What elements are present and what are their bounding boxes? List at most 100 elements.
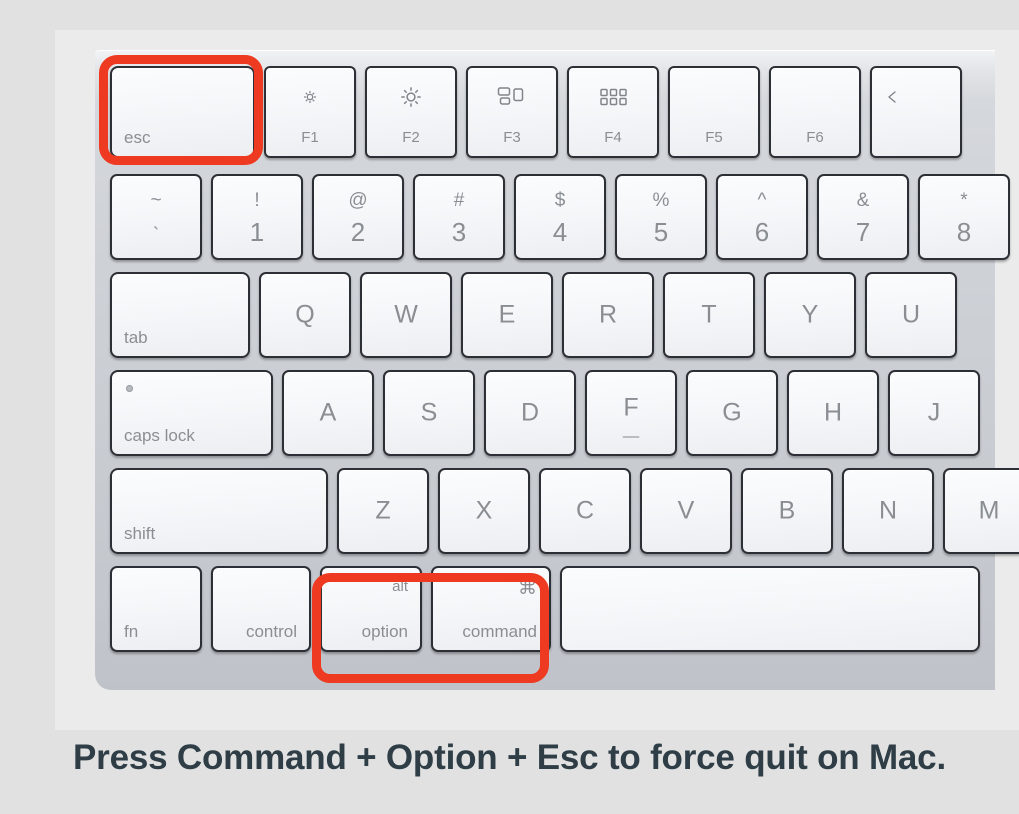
key-f2[interactable]: F2 — [365, 66, 457, 158]
key-shift[interactable]: shift — [110, 468, 328, 554]
key-w-label: W — [394, 300, 418, 329]
homing-bar-icon — [622, 436, 640, 438]
brightness-down-icon — [266, 84, 354, 110]
key-esc-label: esc — [124, 128, 151, 147]
key-t-label: T — [701, 300, 717, 329]
key-option-secondary-label: alt — [392, 578, 408, 595]
key-3-lower: 3 — [451, 216, 467, 247]
key-f1[interactable]: F1 — [264, 66, 356, 158]
key-2[interactable]: @ 2 — [312, 174, 404, 260]
function-row: esc F1 F2 F3 F4 F5 F6 — [110, 66, 962, 158]
key-control[interactable]: control — [211, 566, 311, 652]
key-x[interactable]: X — [438, 468, 530, 554]
key-x-label: X — [475, 496, 493, 525]
key-backtick[interactable]: ~ ` — [110, 174, 202, 260]
key-h[interactable]: H — [787, 370, 879, 456]
keyboard-body: esc F1 F2 F3 F4 F5 F6 ~ ` ! 1 @ 2 # 3 $ … — [95, 50, 1019, 690]
key-6-upper: ^ — [757, 189, 767, 211]
modifier-row: fn control alt option ⌘ command — [110, 566, 980, 652]
key-fn[interactable]: fn — [110, 566, 202, 652]
key-8-lower: 8 — [956, 216, 972, 247]
key-j[interactable]: J — [888, 370, 980, 456]
key-v[interactable]: V — [640, 468, 732, 554]
key-option[interactable]: alt option — [320, 566, 422, 652]
key-6-lower: 6 — [754, 216, 770, 247]
key-4-lower: 4 — [552, 216, 568, 247]
key-esc[interactable]: esc — [110, 66, 255, 158]
key-f4-label: F4 — [604, 129, 622, 146]
key-s[interactable]: S — [383, 370, 475, 456]
key-a-label: A — [319, 398, 337, 427]
key-u[interactable]: U — [865, 272, 957, 358]
key-7[interactable]: & 7 — [817, 174, 909, 260]
key-6[interactable]: ^ 6 — [716, 174, 808, 260]
caps-lock-led-icon — [126, 385, 133, 392]
key-t[interactable]: T — [663, 272, 755, 358]
key-v-label: V — [677, 496, 695, 525]
key-tab[interactable]: tab — [110, 272, 250, 358]
key-option-label: option — [361, 622, 408, 641]
key-j-label: J — [927, 398, 941, 427]
home-row: caps lock A S D F G H J — [110, 370, 980, 456]
qwerty-row: tab Q W E R T Y U — [110, 272, 957, 358]
key-f5[interactable]: F5 — [668, 66, 760, 158]
key-s-label: S — [420, 398, 438, 427]
key-f4[interactable]: F4 — [567, 66, 659, 158]
caption-text: Press Command + Option + Esc to force qu… — [73, 738, 946, 777]
key-f6[interactable]: F6 — [769, 66, 861, 158]
key-z-label: Z — [375, 496, 391, 525]
key-f1-label: F1 — [301, 129, 319, 146]
key-caps-lock-label: caps lock — [124, 426, 195, 445]
screenshot-canvas: esc F1 F2 F3 F4 F5 F6 ~ ` ! 1 @ 2 # 3 $ … — [0, 0, 1019, 814]
key-f2-label: F2 — [402, 129, 420, 146]
key-q[interactable]: Q — [259, 272, 351, 358]
key-n-label: N — [878, 496, 898, 525]
key-fn-label: fn — [124, 622, 139, 641]
key-d[interactable]: D — [484, 370, 576, 456]
key-backtick-lower: ` — [152, 224, 160, 246]
key-e-label: E — [498, 300, 516, 329]
key-control-label: control — [245, 622, 297, 641]
brightness-up-icon — [367, 84, 455, 110]
key-space[interactable] — [560, 566, 980, 652]
key-8[interactable]: * 8 — [918, 174, 1010, 260]
key-f6-label: F6 — [806, 129, 824, 146]
key-z[interactable]: Z — [337, 468, 429, 554]
key-f7[interactable] — [870, 66, 962, 158]
key-1-upper: ! — [254, 189, 260, 211]
key-y[interactable]: Y — [764, 272, 856, 358]
key-g[interactable]: G — [686, 370, 778, 456]
key-2-lower: 2 — [350, 216, 366, 247]
key-command[interactable]: ⌘ command — [431, 566, 551, 652]
mission-control-icon — [468, 84, 556, 110]
key-f3[interactable]: F3 — [466, 66, 558, 158]
key-command-label: command — [462, 622, 537, 641]
key-5[interactable]: % 5 — [615, 174, 707, 260]
key-r-label: R — [598, 300, 618, 329]
key-8-upper: * — [960, 189, 968, 211]
launchpad-icon — [569, 84, 657, 110]
key-b-label: B — [778, 496, 796, 525]
key-caps-lock[interactable]: caps lock — [110, 370, 273, 456]
key-a[interactable]: A — [282, 370, 374, 456]
key-e[interactable]: E — [461, 272, 553, 358]
key-7-lower: 7 — [855, 216, 871, 247]
key-b[interactable]: B — [741, 468, 833, 554]
key-d-label: D — [520, 398, 540, 427]
key-shift-label: shift — [124, 524, 156, 543]
key-c-label: C — [575, 496, 595, 525]
key-c[interactable]: C — [539, 468, 631, 554]
key-f[interactable]: F — [585, 370, 677, 456]
key-5-lower: 5 — [653, 216, 669, 247]
key-3[interactable]: # 3 — [413, 174, 505, 260]
key-m[interactable]: M — [943, 468, 1019, 554]
key-n[interactable]: N — [842, 468, 934, 554]
key-r[interactable]: R — [562, 272, 654, 358]
key-4[interactable]: $ 4 — [514, 174, 606, 260]
key-1[interactable]: ! 1 — [211, 174, 303, 260]
key-q-label: Q — [295, 300, 315, 329]
key-w[interactable]: W — [360, 272, 452, 358]
key-f3-label: F3 — [503, 129, 521, 146]
rewind-icon — [872, 84, 960, 110]
number-row: ~ ` ! 1 @ 2 # 3 $ 4 % 5 ^ 6 & 7 * 8 — [110, 174, 1010, 260]
